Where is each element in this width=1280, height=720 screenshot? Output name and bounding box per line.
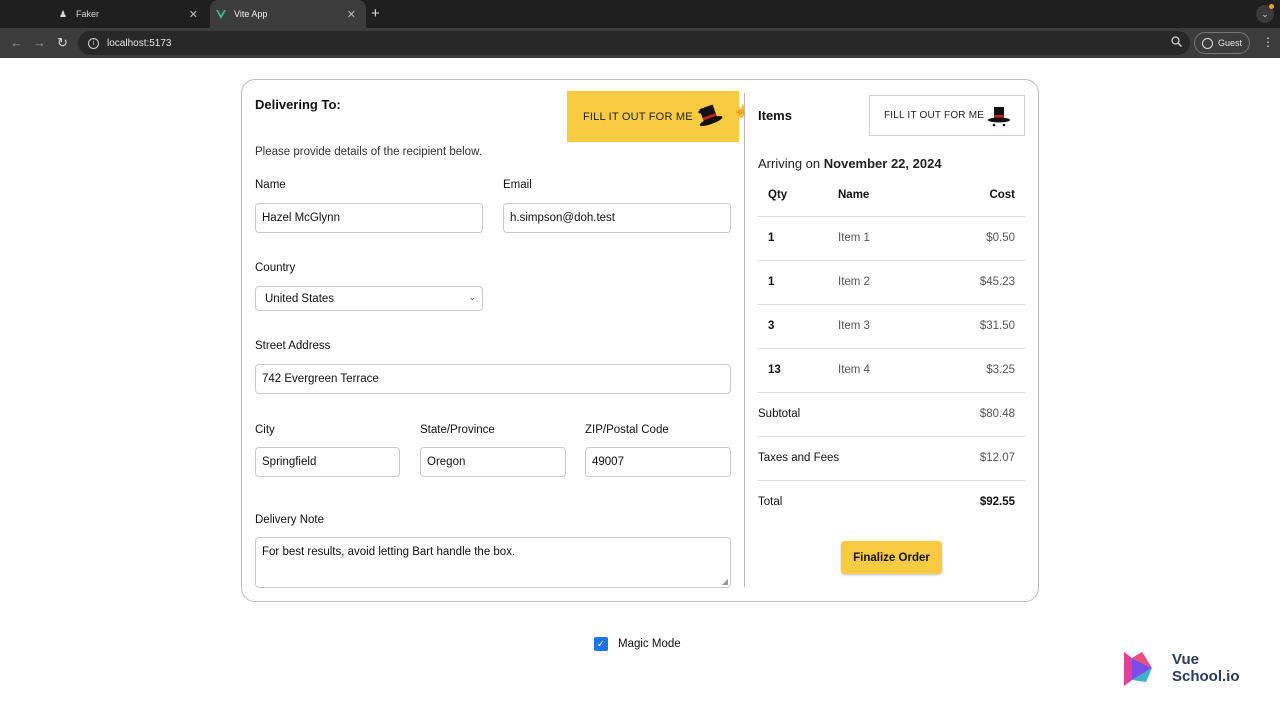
chevron-down-icon: ⌄ <box>468 292 476 302</box>
city-label: City <box>255 424 275 436</box>
column-divider <box>744 93 745 587</box>
item-cost: $0.50 <box>986 232 1015 244</box>
country-label: Country <box>255 262 296 274</box>
total-value: $92.55 <box>979 496 1015 508</box>
taxes-value: $12.07 <box>979 452 1015 464</box>
zip-label: ZIP/Postal Code <box>585 424 669 436</box>
vueschool-line-1: Vue <box>1172 651 1199 668</box>
street-address-label: Street Address <box>255 340 331 352</box>
tab-faker[interactable]: ♟ Faker ✕ <box>52 0 208 28</box>
table-divider <box>758 304 1025 305</box>
browser-tab-bar: ♟ Faker ✕ Vite App ✕ + ⌄ <box>0 0 1280 28</box>
back-icon[interactable]: ← <box>10 35 23 51</box>
tab-vite-app[interactable]: Vite App ✕ <box>210 0 366 28</box>
address-bar[interactable]: i localhost:5173 <box>78 31 1190 55</box>
magic-mode-label: Magic Mode <box>618 638 681 650</box>
state-input[interactable]: Oregon <box>420 447 566 477</box>
item-qty: 1 <box>768 276 775 288</box>
url-text: localhost:5173 <box>107 37 172 49</box>
mouse-pointer-icon: ☝ <box>733 104 748 118</box>
reload-icon[interactable]: ↻ <box>57 35 68 51</box>
new-tab-icon[interactable]: + <box>371 5 380 22</box>
state-label: State/Province <box>420 424 495 436</box>
email-input[interactable]: h.simpson@doh.test <box>503 203 731 233</box>
table-divider <box>758 480 1025 481</box>
street-address-input[interactable]: 742 Evergreen Terrace <box>255 364 731 394</box>
tab-title: Faker <box>76 9 100 19</box>
fill-items-button[interactable]: FILL IT OUT FOR ME <box>869 95 1025 136</box>
column-header-name: Name <box>838 189 870 201</box>
item-cost: $31.50 <box>979 320 1015 332</box>
delivering-to-heading: Delivering To: <box>255 97 341 112</box>
item-cost: $45.23 <box>979 276 1015 288</box>
faker-favicon-icon: ♟ <box>58 8 68 19</box>
item-name: Item 1 <box>838 232 870 244</box>
magic-mode-checkbox[interactable]: ✓ <box>594 637 608 651</box>
delivery-note-textarea[interactable]: For best results, avoid letting Bart han… <box>255 537 731 588</box>
country-select[interactable]: United States ⌄ <box>255 286 483 311</box>
name-input[interactable]: Hazel McGlynn <box>255 203 483 233</box>
arriving-date-value: November 22, 2024 <box>823 156 942 171</box>
table-divider <box>758 436 1025 437</box>
delivery-note-label: Delivery Note <box>255 514 325 526</box>
subtotal-value: $80.48 <box>979 408 1015 420</box>
item-name: Item 3 <box>838 320 870 332</box>
table-divider <box>758 216 1025 217</box>
form-instructions: Please provide details of the recipient … <box>255 146 482 158</box>
total-label: Total <box>758 496 783 508</box>
item-name: Item 2 <box>838 276 870 288</box>
email-label: Email <box>503 179 532 191</box>
browser-toolbar: ← → ↻ i localhost:5173 Guest ⋮ <box>0 28 1280 58</box>
fill-delivery-button[interactable]: FILL IT OUT FOR ME <box>567 91 739 142</box>
item-qty: 3 <box>768 320 775 332</box>
fill-button-label: FILL IT OUT FOR ME <box>884 110 985 121</box>
finalize-order-button[interactable]: Finalize Order <box>841 541 942 574</box>
item-qty: 13 <box>768 364 781 376</box>
menu-icon[interactable]: ⋮ <box>1262 35 1274 49</box>
taxes-label: Taxes and Fees <box>758 452 840 464</box>
vueschool-logo: Vue School.io <box>1122 648 1240 688</box>
resize-handle-icon[interactable]: ◢ <box>722 577 728 586</box>
item-name: Item 4 <box>838 364 870 376</box>
subtotal-label: Subtotal <box>758 408 801 420</box>
vueschool-line-2: School.io <box>1172 668 1240 685</box>
site-info-icon[interactable]: i <box>88 37 99 49</box>
zoom-icon[interactable] <box>1171 36 1183 50</box>
magic-hat-icon <box>986 103 1012 132</box>
table-divider <box>758 260 1025 261</box>
column-header-qty: Qty <box>768 189 788 201</box>
table-divider <box>758 392 1025 393</box>
avatar-icon <box>1202 37 1213 49</box>
arriving-prefix: Arriving on <box>758 156 821 171</box>
item-cost: $3.25 <box>986 364 1015 376</box>
items-heading: Items <box>758 108 792 123</box>
vueschool-logo-icon <box>1124 652 1152 686</box>
arrival-date: Arriving on November 22, 2024 <box>758 156 942 171</box>
profile-button[interactable]: Guest <box>1194 32 1250 54</box>
vue-favicon-icon <box>216 9 226 19</box>
column-header-cost: Cost <box>989 189 1015 201</box>
delivery-note-text: For best results, avoid letting Bart han… <box>262 546 516 558</box>
fill-button-label: FILL IT OUT FOR ME <box>583 110 693 123</box>
tab-search-icon[interactable]: ⌄ <box>1256 4 1274 23</box>
tab-title: Vite App <box>234 9 268 19</box>
zip-input[interactable]: 49007 <box>585 447 731 477</box>
close-tab-icon[interactable]: ✕ <box>347 8 356 21</box>
forward-icon[interactable]: → <box>33 35 46 51</box>
country-value: United States <box>265 292 335 305</box>
close-tab-icon[interactable]: ✕ <box>189 8 198 21</box>
profile-label: Guest <box>1218 38 1243 48</box>
table-divider <box>758 348 1025 349</box>
name-label: Name <box>255 179 286 191</box>
magic-mode-toggle[interactable]: ✓ Magic Mode <box>594 637 681 651</box>
city-input[interactable]: Springfield <box>255 447 400 477</box>
magic-hat-icon <box>695 100 725 133</box>
item-qty: 1 <box>768 232 775 244</box>
